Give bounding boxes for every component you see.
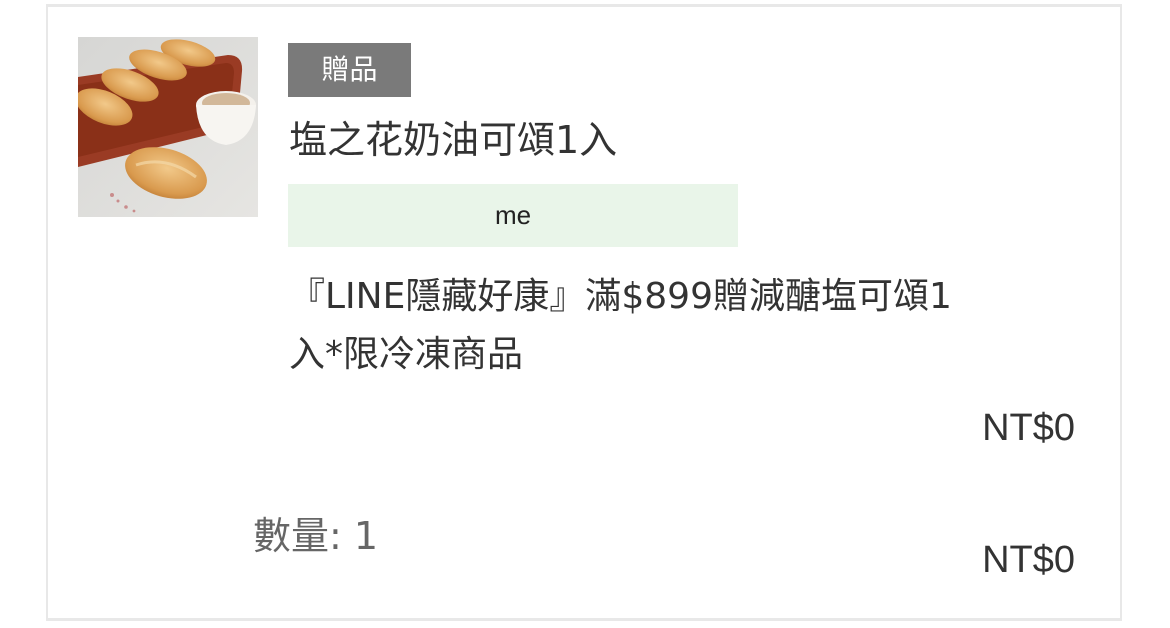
product-name[interactable]: 塩之花奶油可頌1入 [289,114,617,166]
subtotal-price: NT$0 [982,539,1075,581]
divider [46,618,1122,621]
promotion-description: 『LINE隱藏好康』滿$899贈減醣塩可頌1 入*限冷凍商品 [289,268,1069,384]
quantity-label: 數量: 1 [253,514,379,558]
unit-price: NT$0 [982,407,1075,449]
gift-badge: 贈品 [288,43,411,97]
variant-option: me [288,184,738,247]
product-image[interactable] [78,37,258,217]
promotion-line: 入*限冷凍商品 [289,334,524,375]
promotion-line: 『LINE隱藏好康』滿$899贈減醣塩可頌1 [289,276,952,317]
